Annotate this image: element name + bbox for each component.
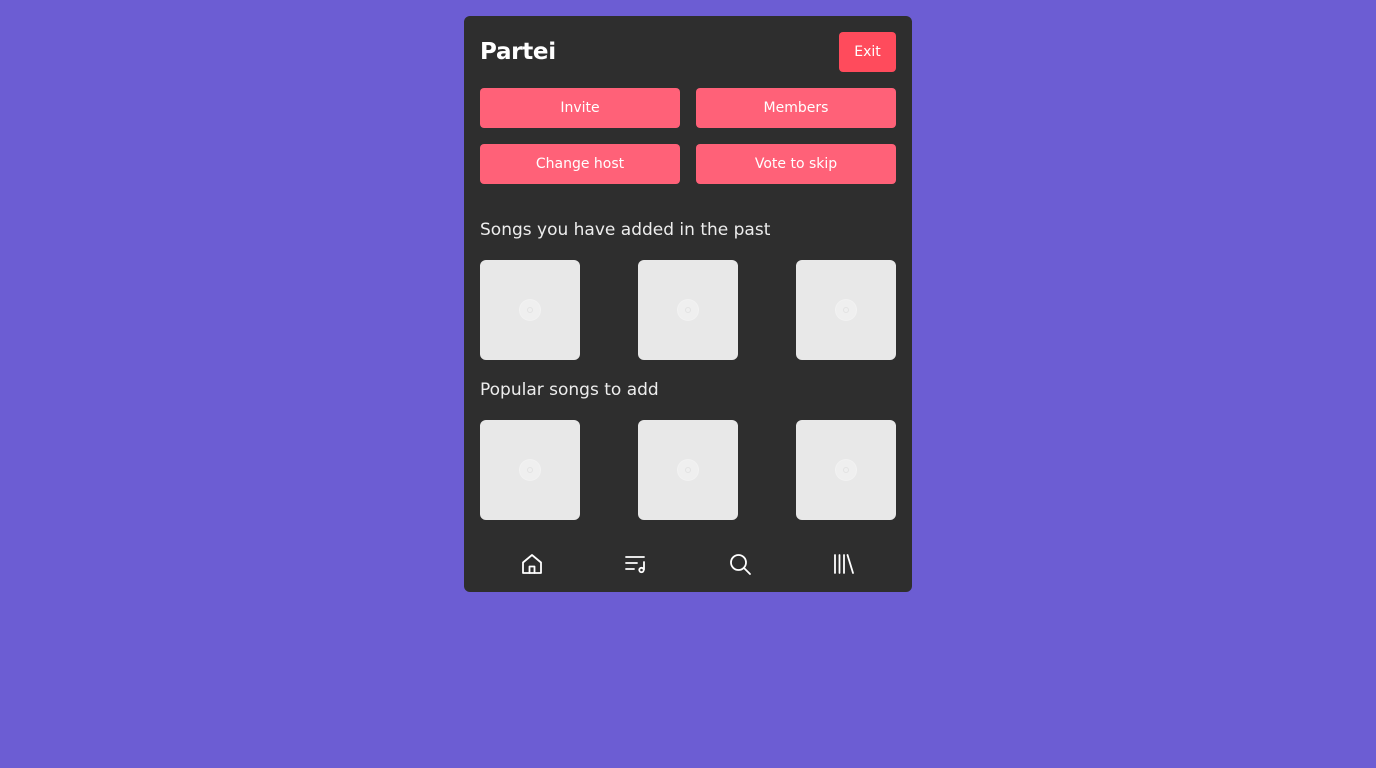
- popular-song-tile[interactable]: [638, 420, 738, 520]
- album-placeholder-icon: [678, 460, 698, 480]
- past-song-tile[interactable]: [480, 260, 580, 360]
- popular-song-tile[interactable]: [796, 420, 896, 520]
- album-placeholder-icon: [836, 300, 856, 320]
- past-song-tile[interactable]: [638, 260, 738, 360]
- app-title: Partei: [480, 39, 556, 65]
- exit-button[interactable]: Exit: [839, 32, 896, 72]
- queue-icon: [625, 556, 645, 574]
- app-panel: Partei Exit Invite Members Change host V…: [464, 16, 912, 592]
- popular-song-tile[interactable]: [480, 420, 580, 520]
- past-song-tile[interactable]: [796, 260, 896, 360]
- nav-queue[interactable]: [624, 552, 648, 576]
- nav-home[interactable]: [520, 552, 544, 576]
- invite-button[interactable]: Invite: [480, 88, 680, 128]
- search-icon: [730, 554, 751, 575]
- past-songs-list: [480, 260, 896, 360]
- popular-songs-heading: Popular songs to add: [480, 380, 659, 400]
- nav-search[interactable]: [728, 552, 752, 576]
- home-icon: [522, 554, 542, 574]
- album-placeholder-icon: [520, 460, 540, 480]
- bottom-nav: [480, 544, 896, 584]
- popular-songs-list: [480, 420, 896, 520]
- album-placeholder-icon: [836, 460, 856, 480]
- nav-library[interactable]: [832, 552, 856, 576]
- change-host-button[interactable]: Change host: [480, 144, 680, 184]
- album-placeholder-icon: [520, 300, 540, 320]
- past-songs-heading: Songs you have added in the past: [480, 220, 771, 240]
- library-icon: [834, 554, 854, 574]
- album-placeholder-icon: [678, 300, 698, 320]
- header: Partei Exit: [480, 32, 896, 72]
- members-button[interactable]: Members: [696, 88, 896, 128]
- vote-to-skip-button[interactable]: Vote to skip: [696, 144, 896, 184]
